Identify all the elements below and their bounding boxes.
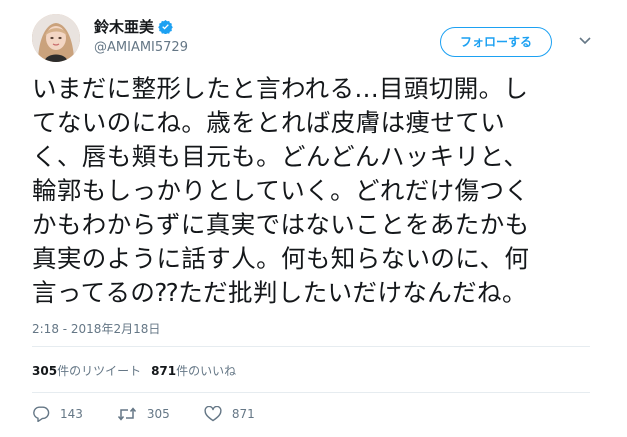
tweet-header: 鈴木亜美 @AMIAMI5729 フォローする xyxy=(32,12,602,66)
avatar[interactable] xyxy=(32,14,80,62)
likes-stat-count: 871 xyxy=(151,364,177,378)
tweet-line: かもわからずに真実ではないことをあたかも xyxy=(32,210,530,239)
likes-stat-label: 件のいいね xyxy=(176,364,237,378)
retweets-stat-label: 件のリツイート xyxy=(57,364,142,378)
retweets-stat[interactable]: 305件のリツイート xyxy=(32,362,141,379)
tweet-line: 真実のように話す人。何も知らないのに、何 xyxy=(32,244,530,273)
divider xyxy=(32,346,590,347)
reply-count: 143 xyxy=(60,407,83,421)
tweet-timestamp[interactable]: 2:18 - 2018年2月18日 xyxy=(32,320,160,337)
divider xyxy=(32,392,590,393)
likes-stat[interactable]: 871件のいいね xyxy=(151,362,236,379)
user-names: 鈴木亜美 @AMIAMI5729 xyxy=(94,16,188,55)
user-handle[interactable]: @AMIAMI5729 xyxy=(94,40,188,55)
tweet-text: いまだに整形したと言われる...目頭切開。し てないのにね。歳をとれば皮膚は痩せ… xyxy=(32,72,592,310)
verified-badge-icon xyxy=(158,19,173,34)
like-button[interactable]: 871 xyxy=(204,406,255,422)
tweet-line: 言ってるの⁇ただ批判したいだけなんだね。 xyxy=(32,278,527,307)
like-count: 871 xyxy=(231,407,255,421)
tweet-line: いまだに整形したと言われる...目頭切開。し xyxy=(32,74,529,103)
reply-icon xyxy=(33,406,50,422)
retweet-count: 305 xyxy=(146,407,170,421)
retweets-stat-count: 305 xyxy=(32,364,58,378)
heart-icon xyxy=(204,406,222,422)
tweet-line: てないのにね。歳をとれば皮膚は痩せてい xyxy=(32,108,506,137)
chevron-down-icon[interactable] xyxy=(578,36,592,46)
retweet-button[interactable]: 305 xyxy=(117,407,170,421)
retweet-icon xyxy=(117,407,136,421)
display-name-text[interactable]: 鈴木亜美 xyxy=(94,16,154,37)
tweet-line: く、唇も頬も目元も。どんどんハッキリと、 xyxy=(32,142,529,171)
reply-button[interactable]: 143 xyxy=(32,406,83,422)
tweet-actions: 143 305 871 xyxy=(32,406,289,422)
tweet-line: 輪郭もしっかりとしていく。どれだけ傷つく xyxy=(32,176,530,205)
display-name[interactable]: 鈴木亜美 xyxy=(94,16,188,37)
tweet-stats: 305件のリツイート 871件のいいね xyxy=(32,362,236,379)
follow-button[interactable]: フォローする xyxy=(440,27,552,57)
